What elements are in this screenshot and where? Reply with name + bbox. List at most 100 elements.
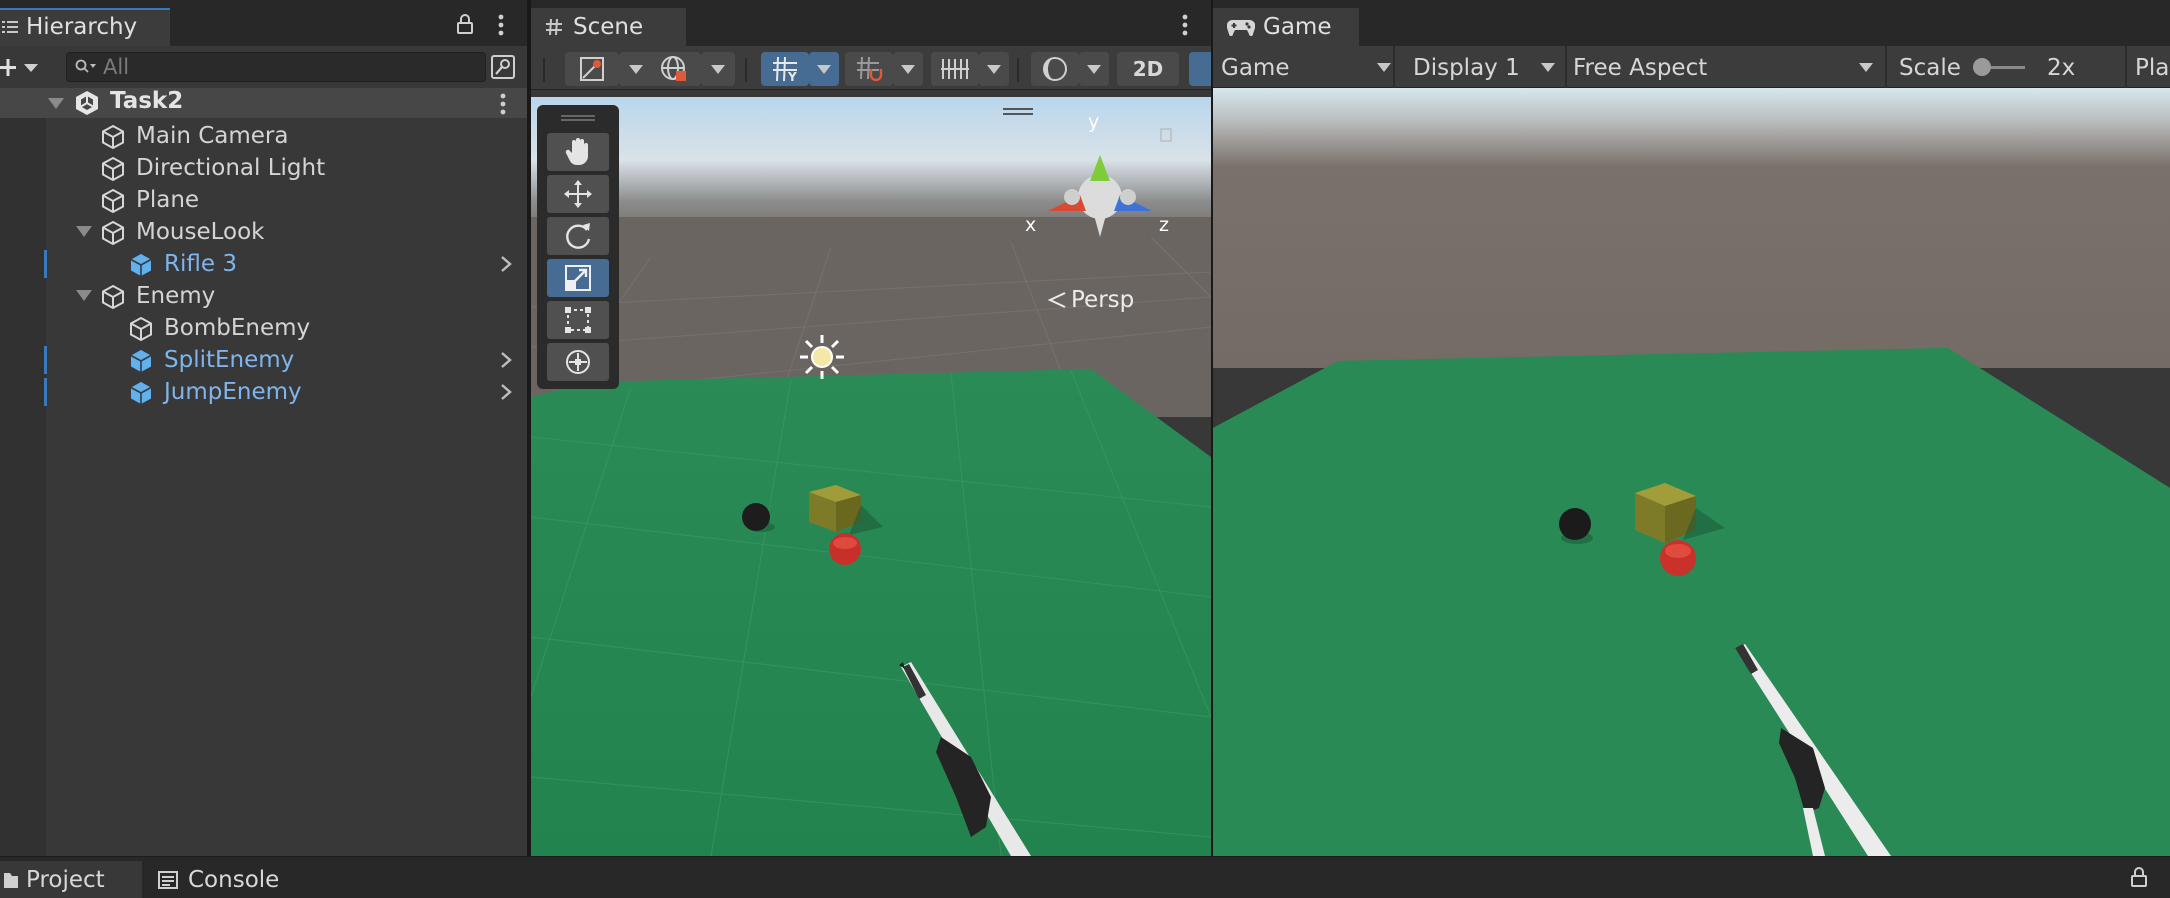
overlay-grip[interactable] bbox=[561, 115, 595, 117]
aspect-select[interactable]: Free Aspect bbox=[1573, 46, 1885, 90]
item-label: Main Camera bbox=[136, 123, 289, 149]
game-panel: Game Game Display 1 Free Aspect Scale 2x… bbox=[1213, 0, 2170, 856]
tab-console[interactable]: Console bbox=[158, 861, 318, 898]
hierarchy-item-bombenemy[interactable]: BombEnemy bbox=[0, 312, 527, 344]
2d-toggle-button[interactable]: 2D bbox=[1117, 52, 1179, 86]
gamepad-icon bbox=[1227, 18, 1255, 36]
panel-divider[interactable] bbox=[527, 0, 531, 856]
chevron-right-icon[interactable] bbox=[497, 254, 515, 274]
scene-render bbox=[531, 97, 1211, 856]
prefab-indicator bbox=[44, 250, 47, 278]
grid-snap-icon bbox=[855, 55, 883, 83]
game-view-select[interactable]: Game bbox=[1221, 46, 1401, 90]
scene-name: Task2 bbox=[110, 88, 184, 114]
hierarchy-item-splitenemy[interactable]: SplitEnemy bbox=[0, 344, 527, 376]
render-mode-button[interactable] bbox=[1031, 52, 1079, 86]
draw-mode-icon bbox=[579, 56, 605, 82]
scale-slider-thumb[interactable] bbox=[1973, 58, 1991, 76]
rect-tool-button[interactable] bbox=[547, 301, 609, 339]
display-select[interactable]: Display 1 bbox=[1413, 46, 1573, 90]
toolbar-separator bbox=[543, 58, 545, 82]
hierarchy-item-rifle-3[interactable]: Rifle 3 bbox=[0, 248, 527, 280]
foldout-arrow-icon[interactable] bbox=[76, 226, 92, 237]
projection-toggle[interactable]: Persp bbox=[1047, 287, 1134, 313]
gameobject-cube-icon bbox=[100, 156, 126, 182]
select-value: Game bbox=[1221, 55, 1290, 81]
hierarchy-item-enemy[interactable]: Enemy bbox=[0, 280, 527, 312]
play-mode-select[interactable]: Pla bbox=[2135, 46, 2169, 90]
more-options-icon[interactable] bbox=[497, 14, 505, 36]
rotate-icon bbox=[563, 221, 593, 251]
tab-game[interactable]: Game bbox=[1213, 8, 1359, 46]
dropdown-arrow-icon bbox=[1087, 64, 1101, 74]
transform-tool-button[interactable] bbox=[547, 343, 609, 381]
tab-label: Scene bbox=[573, 14, 644, 40]
transform-combined-icon bbox=[563, 347, 593, 377]
grid-snapping-button[interactable] bbox=[845, 52, 893, 86]
game-viewport[interactable] bbox=[1213, 88, 2170, 856]
render-mode-dropdown[interactable] bbox=[1079, 52, 1109, 86]
hierarchy-panel: Hierarchy All Task2 Main Camera Directio… bbox=[0, 0, 527, 856]
prefab-indicator bbox=[44, 346, 47, 374]
tab-project[interactable]: Project bbox=[0, 861, 142, 898]
scene-viewport[interactable]: y x z Persp bbox=[531, 97, 1211, 856]
hierarchy-item-mouselook[interactable]: MouseLook bbox=[0, 216, 527, 248]
search-input[interactable]: All bbox=[66, 52, 486, 82]
hand-tool-button[interactable] bbox=[547, 133, 609, 171]
game-render bbox=[1213, 88, 2170, 856]
gameobject-cube-icon bbox=[100, 124, 126, 150]
scene-more-icon[interactable] bbox=[499, 93, 507, 115]
scale-value: 2x bbox=[2047, 55, 2076, 81]
item-label: Plane bbox=[136, 187, 200, 213]
gizmo-x-label: x bbox=[1025, 214, 1037, 236]
grid-visibility-button[interactable]: Y bbox=[761, 52, 809, 86]
item-label: SplitEnemy bbox=[164, 347, 295, 373]
lock-icon[interactable] bbox=[456, 14, 474, 34]
search-placeholder: All bbox=[103, 55, 130, 79]
svg-text:Y: Y bbox=[787, 70, 797, 83]
increment-snapping-dropdown[interactable] bbox=[979, 52, 1009, 86]
toolbar-separator bbox=[1565, 46, 1567, 88]
grid-y-icon: Y bbox=[771, 55, 799, 83]
grid-snapping-dropdown[interactable] bbox=[893, 52, 923, 86]
scene-tabstrip: Scene bbox=[531, 0, 1211, 46]
item-label: MouseLook bbox=[136, 219, 265, 245]
foldout-arrow-icon[interactable] bbox=[76, 290, 92, 301]
tab-hierarchy[interactable]: Hierarchy bbox=[0, 8, 170, 46]
tab-scene[interactable]: Scene bbox=[531, 8, 686, 46]
perspective-icon bbox=[1047, 290, 1067, 310]
gameobject-cube-icon bbox=[100, 284, 126, 310]
draw-mode-button[interactable] bbox=[565, 52, 619, 86]
scene-more-options-icon[interactable] bbox=[1181, 14, 1189, 36]
increment-snapping-button[interactable] bbox=[931, 52, 979, 86]
grid-hash-icon bbox=[545, 18, 563, 36]
search-by-type-icon[interactable] bbox=[490, 54, 516, 80]
rotate-tool-button[interactable] bbox=[547, 217, 609, 255]
chevron-right-icon[interactable] bbox=[497, 350, 515, 370]
bottom-tabstrip: Project Console bbox=[0, 856, 2170, 898]
item-label: Directional Light bbox=[136, 155, 326, 181]
scene-effects-button[interactable] bbox=[647, 52, 701, 86]
scene-header-row[interactable]: Task2 bbox=[0, 88, 527, 118]
unity-scene-icon bbox=[74, 90, 100, 116]
hierarchy-item-jumpenemy[interactable]: JumpEnemy bbox=[0, 376, 527, 408]
dropdown-arrow-icon bbox=[817, 64, 831, 74]
scale-tool-button[interactable] bbox=[547, 259, 609, 297]
scene-panel: Scene Y 2D y x z Persp bbox=[531, 0, 1219, 856]
create-add-icon[interactable] bbox=[0, 56, 42, 80]
scene-effects-dropdown[interactable] bbox=[701, 52, 735, 86]
dropdown-arrow-icon bbox=[711, 64, 725, 74]
toolbar-separator bbox=[1017, 58, 1019, 82]
lock-icon[interactable] bbox=[2130, 867, 2148, 887]
grid-visibility-dropdown[interactable] bbox=[809, 52, 839, 86]
hierarchy-item-plane[interactable]: Plane bbox=[0, 184, 527, 216]
list-icon bbox=[2, 19, 18, 35]
chevron-right-icon[interactable] bbox=[497, 382, 515, 402]
dropdown-arrow-icon bbox=[987, 64, 1001, 74]
move-tool-button[interactable] bbox=[547, 175, 609, 213]
hierarchy-item-main-camera[interactable]: Main Camera bbox=[0, 120, 527, 152]
hierarchy-item-directional-light[interactable]: Directional Light bbox=[0, 152, 527, 184]
light-gizmo-icon bbox=[800, 335, 844, 379]
foldout-arrow-icon[interactable] bbox=[48, 98, 64, 109]
game-tabstrip: Game bbox=[1213, 0, 2170, 46]
